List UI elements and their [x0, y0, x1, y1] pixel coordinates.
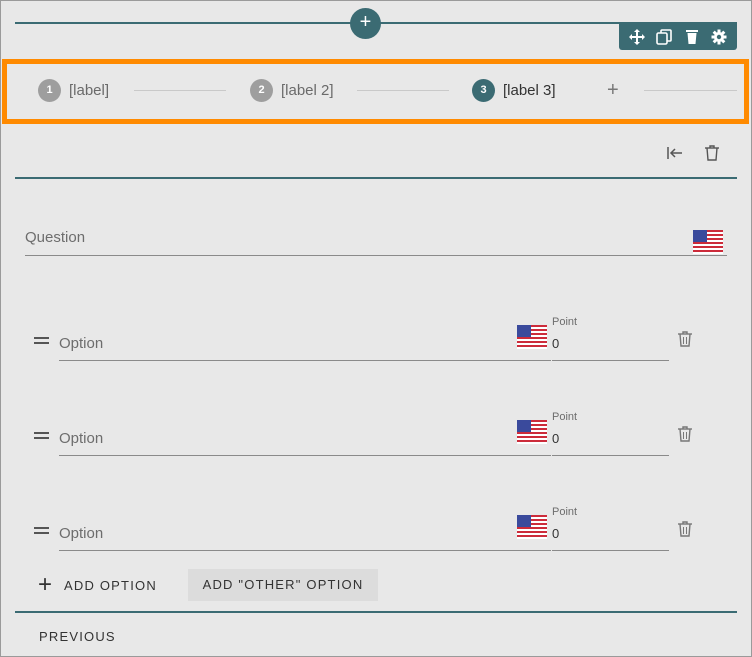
- delete-option-icon[interactable]: [678, 426, 694, 444]
- step-label: [label]: [69, 82, 110, 99]
- delete-icon[interactable]: [681, 26, 703, 48]
- question-input[interactable]: Question: [25, 226, 727, 256]
- step-number: 1: [38, 79, 61, 102]
- point-value: 0: [552, 526, 560, 541]
- step-number: 3: [472, 79, 495, 102]
- step-1[interactable]: 1 [label]: [38, 79, 109, 102]
- option-placeholder: Option: [59, 525, 104, 542]
- option-input[interactable]: Option: [59, 426, 551, 456]
- section-divider: [15, 177, 737, 179]
- copy-icon[interactable]: [653, 26, 675, 48]
- add-option-label: ADD OPTION: [64, 577, 157, 593]
- step-3[interactable]: 3 [label 3]: [472, 79, 556, 102]
- drag-handle-icon[interactable]: [34, 432, 49, 442]
- add-step-button[interactable]: +: [607, 80, 619, 100]
- gear-icon[interactable]: [708, 26, 730, 48]
- point-label: Point: [552, 506, 578, 518]
- us-flag-icon[interactable]: [693, 230, 723, 254]
- option-input[interactable]: Option: [59, 331, 551, 361]
- option-row: Option Point 0: [0, 316, 752, 381]
- element-toolbar: [619, 23, 737, 50]
- delete-option-icon[interactable]: [678, 521, 694, 539]
- trash-icon[interactable]: [701, 142, 723, 164]
- step-label: [label 2]: [281, 82, 334, 99]
- step-2[interactable]: 2 [label 2]: [250, 79, 334, 102]
- move-icon[interactable]: [626, 26, 648, 48]
- step-number: 2: [250, 79, 273, 102]
- add-option-button[interactable]: + ADD OPTION: [38, 570, 157, 600]
- us-flag-icon[interactable]: [517, 515, 547, 539]
- add-section-button[interactable]: +: [350, 8, 381, 39]
- plus-icon: +: [38, 571, 53, 598]
- drag-handle-icon[interactable]: [34, 337, 49, 347]
- step-connector: [644, 90, 737, 91]
- collapse-left-icon[interactable]: [664, 142, 686, 164]
- step-connector: [134, 90, 226, 91]
- question-placeholder: Question: [25, 229, 86, 246]
- us-flag-icon[interactable]: [517, 325, 547, 349]
- delete-option-icon[interactable]: [678, 331, 694, 349]
- point-input[interactable]: 0: [552, 331, 669, 361]
- option-placeholder: Option: [59, 335, 104, 352]
- step-label: [label 3]: [503, 82, 556, 99]
- option-row: Option Point 0: [0, 506, 752, 571]
- option-placeholder: Option: [59, 430, 104, 447]
- point-value: 0: [552, 336, 560, 351]
- us-flag-icon[interactable]: [517, 420, 547, 444]
- section-divider-bottom: [15, 611, 737, 613]
- point-label: Point: [552, 316, 578, 328]
- add-other-option-button[interactable]: ADD "OTHER" OPTION: [188, 569, 378, 601]
- point-label: Point: [552, 411, 578, 423]
- option-row: Option Point 0: [0, 411, 752, 476]
- step-connector: [357, 90, 449, 91]
- point-input[interactable]: 0: [552, 426, 669, 456]
- previous-button[interactable]: PREVIOUS: [39, 629, 116, 644]
- option-input[interactable]: Option: [59, 521, 551, 551]
- drag-handle-icon[interactable]: [34, 527, 49, 537]
- point-input[interactable]: 0: [552, 521, 669, 551]
- step-navigation: 1 [label] 2 [label 2] 3 [label 3] +: [2, 59, 749, 124]
- point-value: 0: [552, 431, 560, 446]
